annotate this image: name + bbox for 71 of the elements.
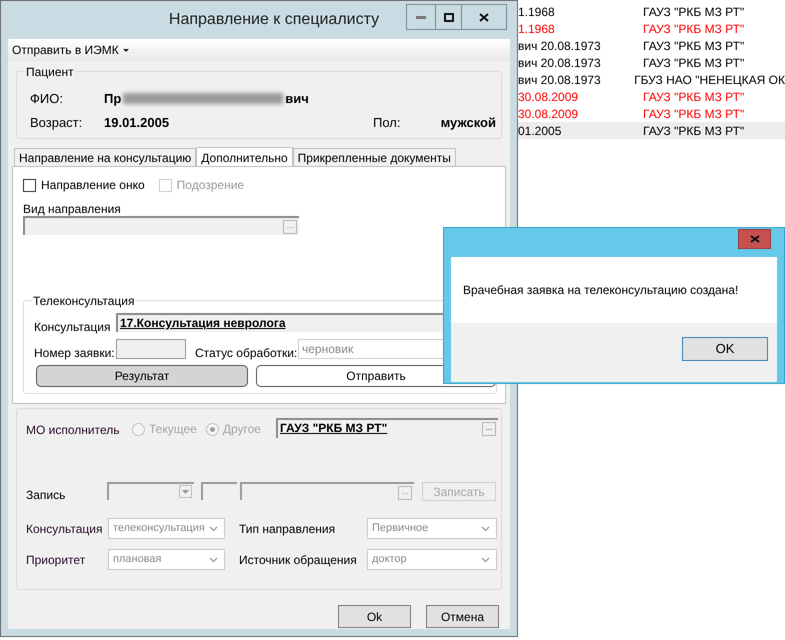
list-cell-text: ГАУЗ "РКБ МЗ РТ" <box>643 20 744 38</box>
record-field[interactable] <box>201 482 237 500</box>
radio-button[interactable] <box>132 422 145 436</box>
chevron-down-icon <box>481 526 490 532</box>
list-cell-text: ГАУЗ "РКБ МЗ РТ" <box>643 88 744 106</box>
patient-name: Пр вич <box>104 90 309 108</box>
list-cell-text: ГАУЗ "РКБ МЗ РТ" <box>643 38 744 54</box>
field-label: Вид направления <box>23 201 121 218</box>
result-button[interactable]: Результат <box>36 365 248 387</box>
list-row[interactable]: 1.1968 ГАУЗ "РКБ МЗ РТ" <box>518 3 785 20</box>
list-cell-text: ГАУЗ "РКБ МЗ РТ" <box>643 4 744 20</box>
field-label: Статус обработки: <box>195 345 298 362</box>
list-cell-text: ГБУЗ НАО "НЕНЕЦКАЯ ОК <box>634 72 785 88</box>
checkbox[interactable] <box>23 178 36 192</box>
tab[interactable]: Прикрепленные документы <box>292 148 456 166</box>
caret-icon <box>122 48 129 52</box>
birth-date: 19.01.2005 <box>104 114 170 132</box>
maximize-icon <box>444 12 454 22</box>
field-label: Запись <box>26 487 66 504</box>
radio-label: Текущее <box>149 421 197 438</box>
list-cell-text: вич 20.08.1973 <box>518 72 602 88</box>
list-row[interactable]: 01.2005 ГАУЗ "РКБ МЗ РТ" <box>518 122 785 139</box>
dialog-button[interactable]: Ok <box>338 605 411 628</box>
chevron-down-icon <box>209 526 218 532</box>
list-row[interactable]: 30.08.2009 ГАУЗ "РКБ МЗ РТ" <box>518 105 785 122</box>
field-label: Источник обращения <box>239 552 358 568</box>
list-row[interactable]: 1.1968 ГАУЗ "РКБ МЗ РТ" <box>518 20 785 37</box>
list-row[interactable]: вич 20.08.1973 ГАУЗ "РКБ МЗ РТ" <box>518 54 785 71</box>
tab[interactable]: Направление на консультацию <box>14 148 196 166</box>
list-row[interactable]: вич 20.08.1973 ГАУЗ "РКБ МЗ РТ" <box>518 37 785 54</box>
field-label: Консультация <box>34 319 110 336</box>
list-cell-text: 1.1968 <box>518 20 556 38</box>
list-cell-text: вич 20.08.1973 <box>518 38 602 54</box>
tab[interactable]: Дополнительно <box>196 147 293 167</box>
menu-item[interactable]: Отправить в ИЭМК <box>12 41 129 59</box>
window-title: Направление к специалисту <box>168 10 380 30</box>
message-text: Врачебная заявка на телеконсультацию создана! <box>463 282 738 299</box>
chevron-down-icon <box>481 557 490 563</box>
caret-icon <box>182 490 189 494</box>
field-label: Пол: <box>373 114 400 132</box>
field-label: Консультация <box>26 520 104 538</box>
ok-button[interactable]: OK <box>682 337 768 361</box>
request-number-field[interactable] <box>116 339 186 359</box>
close-icon <box>750 235 760 243</box>
field-label: ФИО: <box>30 90 64 108</box>
list-cell-text: ГАУЗ "РКБ МЗ РТ" <box>643 122 744 140</box>
field-label: Приоритет <box>26 552 86 568</box>
list-cell-text: ГАУЗ "РКБ МЗ РТ" <box>643 54 744 72</box>
minimize-icon <box>416 16 426 18</box>
checkbox-label: Подозрение <box>176 177 244 194</box>
list-cell-text: ГАУЗ "РКБ МЗ РТ" <box>643 106 744 122</box>
field-label: МО исполнитель <box>26 422 120 439</box>
list-cell-text: 30.08.2009 <box>518 106 580 122</box>
patient-sex: мужской <box>440 114 496 132</box>
record-dropdown[interactable] <box>107 482 194 500</box>
chevron-down-icon <box>209 557 218 563</box>
close-icon <box>479 12 489 22</box>
checkbox-label: Направление онко <box>41 177 145 194</box>
dialog-button[interactable]: Отмена <box>426 605 499 628</box>
list-row[interactable]: 30.08.2009 ГАУЗ "РКБ МЗ РТ" <box>518 88 785 105</box>
list-cell-text: вич 20.08.1973 <box>518 54 602 72</box>
field-label: Тип направления <box>239 520 336 538</box>
list-cell-text: 30.08.2009 <box>518 88 580 106</box>
field-label: Номер заявки: <box>34 345 115 362</box>
list-row[interactable]: вич 20.08.1973 ГБУЗ НАО "НЕНЕЦКАЯ ОК <box>518 71 785 88</box>
radio-label: Другое <box>222 421 261 438</box>
radio-button[interactable] <box>206 422 219 436</box>
list-cell-text: 01.2005 <box>518 122 562 140</box>
list-cell-text: 1.1968 <box>518 4 556 20</box>
performer-field[interactable]: ГАУЗ "РКБ МЗ РТ" ... <box>276 418 498 438</box>
field-label: Возраст: <box>30 114 84 132</box>
